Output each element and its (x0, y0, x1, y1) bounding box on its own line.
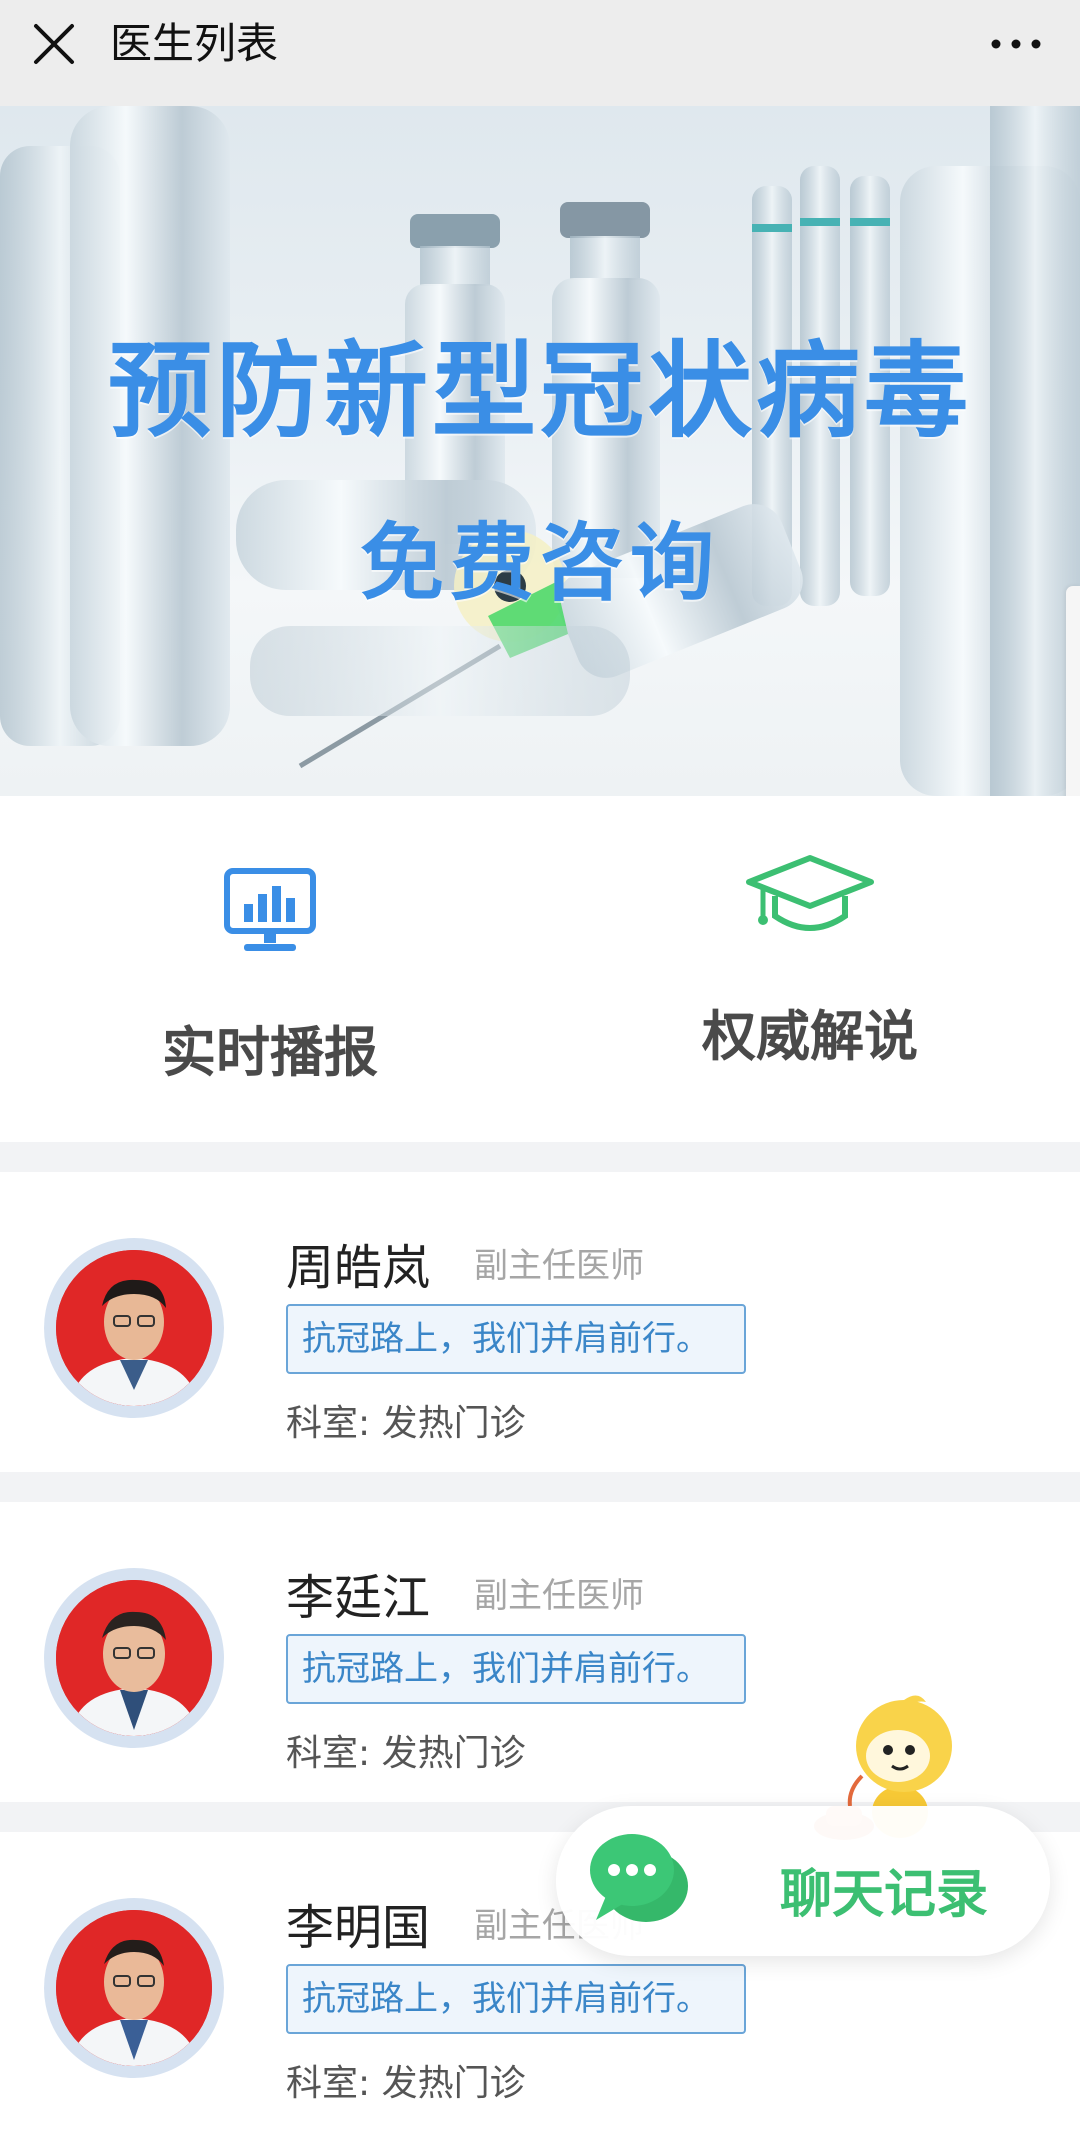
doctor-rank: 副主任医师 (474, 1576, 644, 1616)
quick-links: 实时播报 权威解说 (0, 796, 1080, 1142)
doctor-department: 科室: 发热门诊 (286, 2063, 526, 2104)
doctor-department: 科室: 发热门诊 (286, 1403, 526, 1444)
quick-link-expert-explanation[interactable]: 权威解说 (540, 796, 1080, 1142)
top-bar: 医生列表 (0, 0, 1080, 106)
doctor-tag: 抗冠路上，我们并肩前行。 (286, 1964, 746, 2034)
quick-link-label: 权威解说 (702, 1005, 918, 1068)
doctor-name: 李廷江 (286, 1570, 431, 1626)
chat-history-label: 聊天记录 (780, 1865, 989, 1925)
doctor-photo (56, 1910, 212, 2066)
banner[interactable]: 预防新型冠状病毒 免费咨询 (0, 106, 1080, 796)
banner-subtitle: 免费咨询 (359, 514, 720, 612)
graduation-cap-icon (746, 855, 874, 931)
avatar (44, 1568, 224, 1748)
doctor-photo (56, 1580, 212, 1736)
quick-link-label: 实时播报 (162, 1021, 378, 1084)
chat-history-button[interactable]: 聊天记录 (556, 1806, 1050, 1956)
monitor-chart-icon (224, 868, 316, 951)
doctor-tag: 抗冠路上，我们并肩前行。 (286, 1634, 746, 1704)
banner-headline: 预防新型冠状病毒 (107, 330, 972, 452)
doctor-rank: 副主任医师 (474, 1246, 644, 1286)
page-title: 医生列表 (110, 19, 279, 68)
doctor-photo (56, 1250, 212, 1406)
avatar (44, 1238, 224, 1418)
doctor-card[interactable]: 周皓岚 副主任医师 抗冠路上，我们并肩前行。 科室: 发热门诊 (0, 1172, 1080, 1472)
close-icon[interactable] (32, 22, 76, 66)
doctor-tag: 抗冠路上，我们并肩前行。 (286, 1304, 746, 1374)
chat-bubble-icon (590, 1834, 688, 1922)
avatar (44, 1898, 224, 2078)
doctor-name: 李明国 (286, 1900, 431, 1956)
doctor-name: 周皓岚 (286, 1240, 431, 1296)
doctor-department: 科室: 发热门诊 (286, 1733, 526, 1774)
quick-link-live-report[interactable]: 实时播报 (0, 796, 540, 1142)
more-icon[interactable] (986, 26, 1046, 62)
